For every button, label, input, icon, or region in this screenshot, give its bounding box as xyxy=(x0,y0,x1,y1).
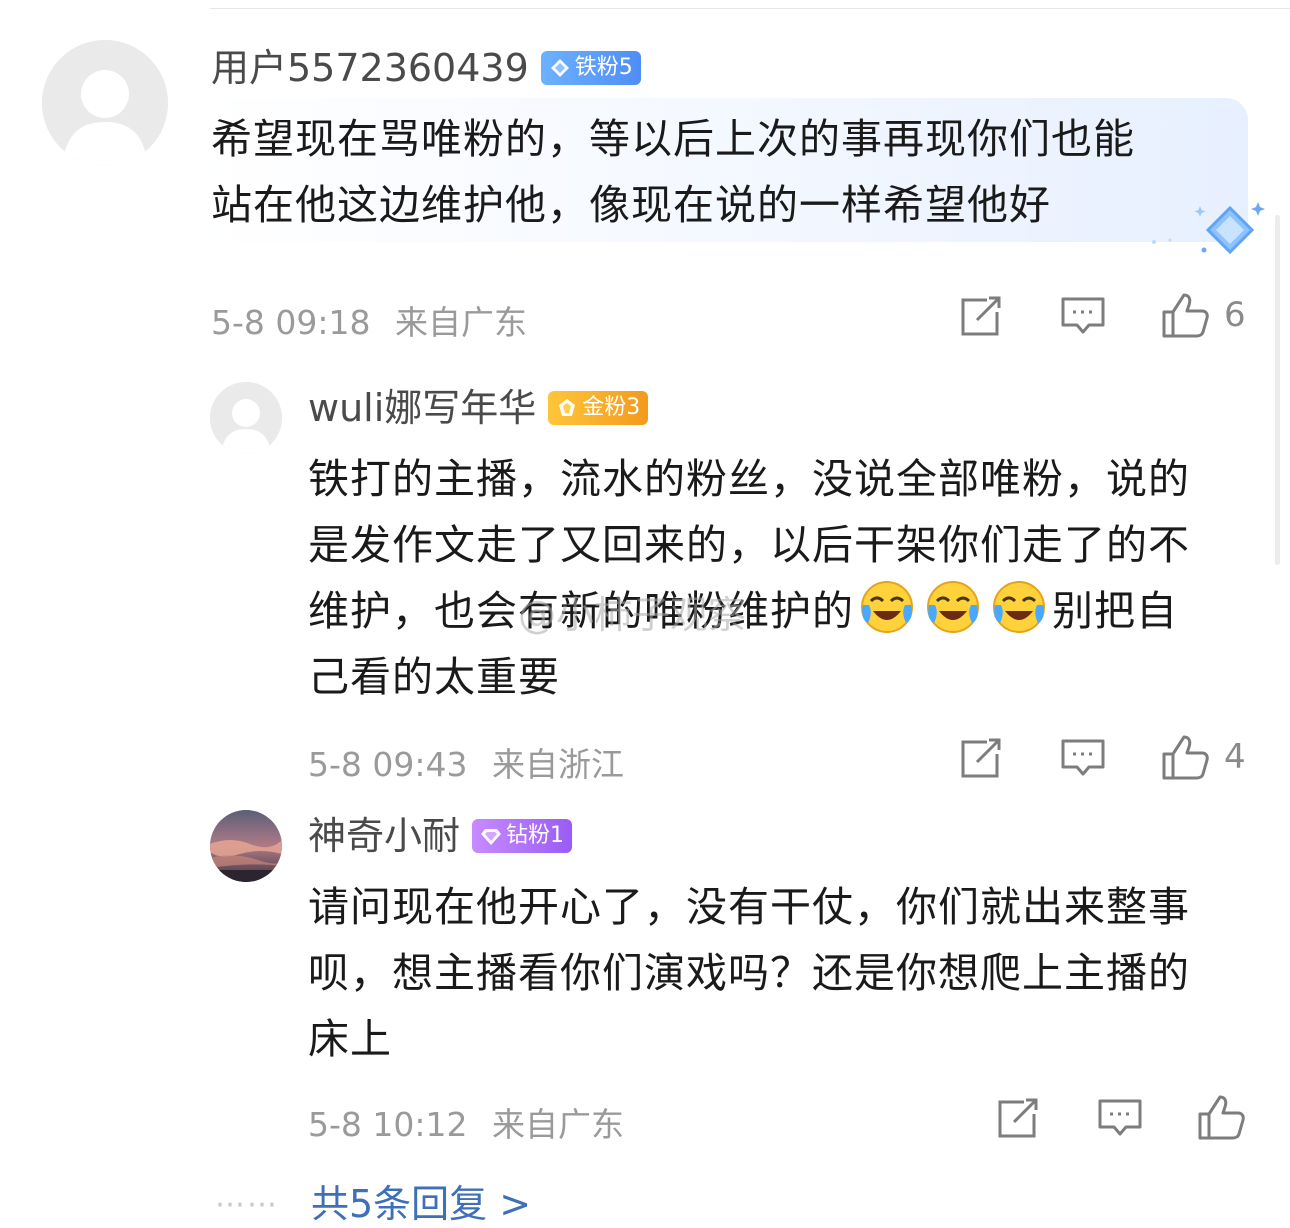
laugh-cry-emoji-icon xyxy=(927,581,979,633)
share-button[interactable] xyxy=(957,294,1007,340)
thumbs-up-icon xyxy=(1162,293,1209,338)
reply-line-segment: 别把自 xyxy=(1052,587,1178,635)
dots-separator: ⋯⋯ xyxy=(215,1186,279,1222)
reply-location: 来自广东 xyxy=(492,1105,624,1144)
comment-icon xyxy=(1061,297,1105,334)
username-text[interactable]: 神奇小耐 xyxy=(308,812,460,860)
reply-button[interactable] xyxy=(1058,294,1108,340)
like-button[interactable]: 6 xyxy=(1160,292,1246,338)
diamond-icon xyxy=(550,59,569,77)
thumbs-up-icon xyxy=(1198,1095,1245,1140)
like-count: 6 xyxy=(1224,295,1246,335)
comment-location: 来自广东 xyxy=(395,303,527,342)
avatar[interactable] xyxy=(42,40,168,166)
avatar[interactable] xyxy=(210,382,282,454)
comment-icon xyxy=(1061,739,1105,776)
reply-line-segment: 维护，也会有新的唯粉维护的 xyxy=(308,587,854,635)
like-button[interactable]: 4 xyxy=(1160,734,1246,780)
share-icon xyxy=(961,738,1001,778)
like-count: 4 xyxy=(1224,737,1246,777)
scrollbar[interactable] xyxy=(1275,215,1280,565)
reply-button[interactable] xyxy=(1095,1096,1145,1142)
badge-label: 铁粉5 xyxy=(574,55,633,80)
reply-line: 己看的太重要 xyxy=(308,653,560,701)
reply-date: 5-8 10:12 xyxy=(308,1105,468,1144)
fan-badge[interactable]: 铁粉5 xyxy=(540,51,641,85)
comment-line: 希望现在骂唯粉的，等以后上次的事再现你们也能 xyxy=(211,115,1135,163)
share-icon xyxy=(961,296,1001,336)
reply-meta: 5-8 10:12 来自广东 xyxy=(308,1098,624,1146)
reply-line: 床上 xyxy=(308,1015,392,1063)
sunset-avatar-image xyxy=(210,810,282,882)
comment-icon xyxy=(1098,1099,1142,1136)
reply-line: 请问现在他开心了，没有干仗，你们就出来整事 xyxy=(308,883,1190,931)
share-button[interactable] xyxy=(994,1096,1044,1142)
badge-label: 钻粉1 xyxy=(506,823,565,848)
fan-badge[interactable]: 金粉3 xyxy=(548,391,649,425)
view-all-replies-link[interactable]: 共5条回复 > xyxy=(311,1180,531,1228)
laugh-cry-emoji-icon xyxy=(993,581,1045,633)
gem-icon xyxy=(481,829,502,845)
like-button[interactable] xyxy=(1196,1094,1260,1140)
reply-line: 铁打的主播，流水的粉丝，没说全部唯粉，说的 xyxy=(308,455,1190,503)
default-avatar-icon xyxy=(210,382,282,454)
reply-line: 维护，也会有新的唯粉维护的 别把自 xyxy=(308,578,1258,644)
gold-gem-icon xyxy=(559,399,576,416)
reply-username[interactable]: wuli娜写年华 金粉3 xyxy=(308,384,649,432)
fan-badge[interactable]: 钻粉1 xyxy=(472,819,573,853)
comment-date: 5-8 09:18 xyxy=(211,303,371,342)
reply-text: 请问现在他开心了，没有干仗，你们就出来整事 呗，想主播看你们演戏吗？还是你想爬上… xyxy=(308,874,1258,1072)
comment-username[interactable]: 用户5572360439 铁粉5 xyxy=(211,44,641,92)
username-text[interactable]: wuli娜写年华 xyxy=(308,384,536,432)
thumbs-up-icon xyxy=(1162,735,1209,780)
comment-meta: 5-8 09:18 来自广东 xyxy=(211,296,527,344)
comment-text: 希望现在骂唯粉的，等以后上次的事再现你们也能 站在他这边维护他，像现在说的一样希… xyxy=(211,106,1251,238)
share-icon xyxy=(998,1098,1038,1138)
more-replies[interactable]: ⋯⋯ 共5条回复 > xyxy=(215,1180,531,1228)
avatar[interactable] xyxy=(210,810,282,882)
reply-line: 呗，想主播看你们演戏吗？还是你想爬上主播的 xyxy=(308,949,1190,997)
reply-location: 来自浙江 xyxy=(492,745,624,784)
comment-line: 站在他这边维护他，像现在说的一样希望他好 xyxy=(211,181,1051,229)
share-button[interactable] xyxy=(957,736,1007,782)
top-divider xyxy=(210,8,1290,9)
badge-label: 金粉3 xyxy=(582,395,641,420)
reply-line: 是发作文走了又回来的，以后干架你们走了的不 xyxy=(308,521,1190,569)
reply-button[interactable] xyxy=(1058,736,1108,782)
username-text[interactable]: 用户5572360439 xyxy=(211,44,529,92)
reply-date: 5-8 09:43 xyxy=(308,745,468,784)
reply-username[interactable]: 神奇小耐 钻粉1 xyxy=(308,812,573,860)
laugh-cry-emoji-icon xyxy=(861,581,913,633)
reply-text: 铁打的主播，流水的粉丝，没说全部唯粉，说的 是发作文走了又回来的，以后干架你们走… xyxy=(308,446,1258,710)
reply-meta: 5-8 09:43 来自浙江 xyxy=(308,738,624,786)
default-avatar-icon xyxy=(42,40,168,166)
